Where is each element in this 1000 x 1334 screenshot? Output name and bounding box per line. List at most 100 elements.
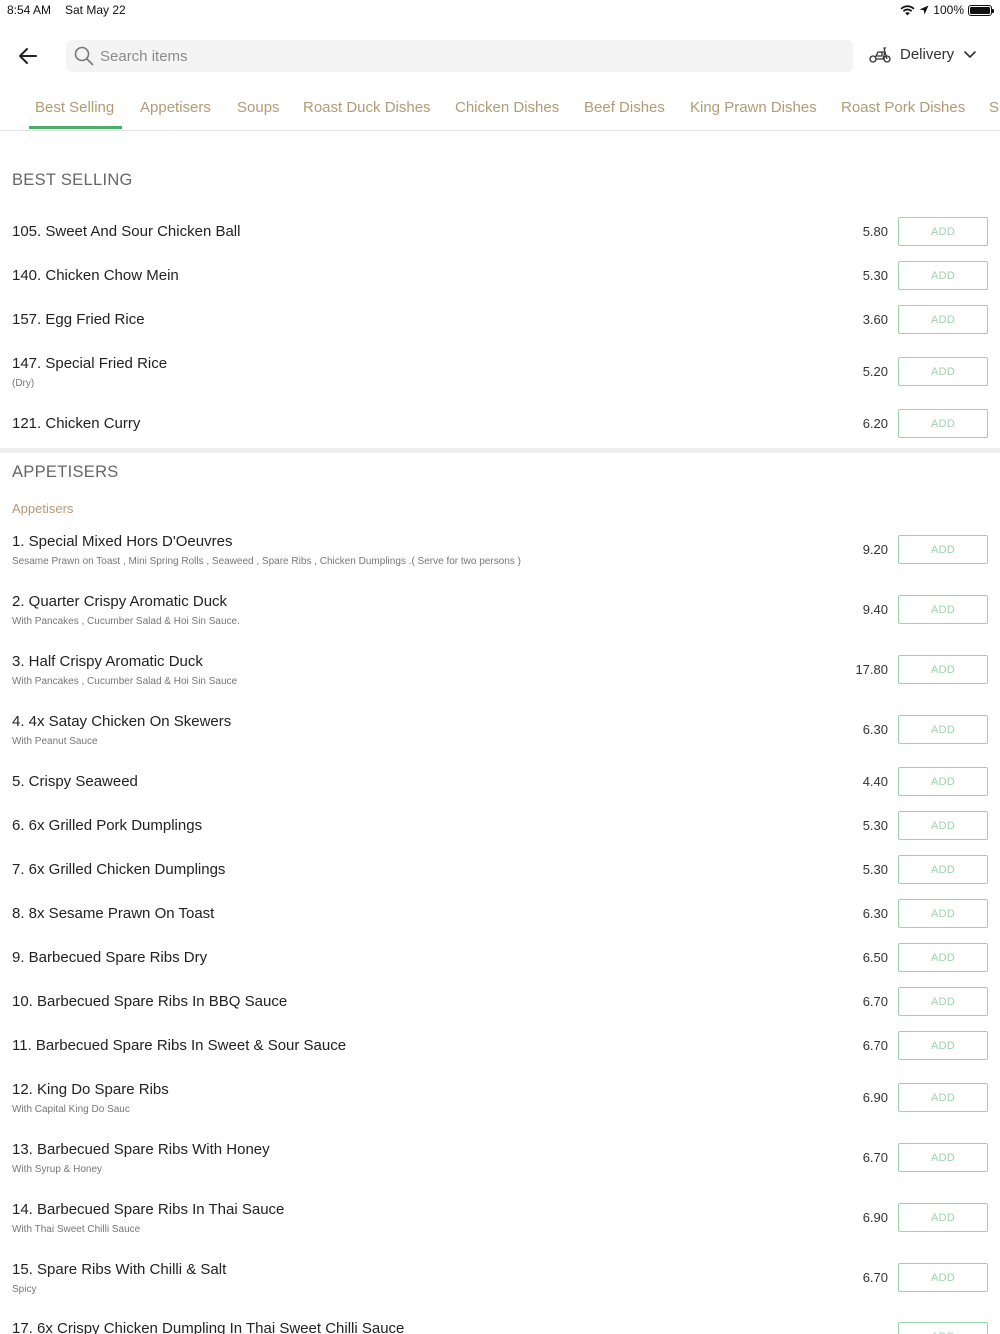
item-name: 140. Chicken Chow Mein [12, 267, 179, 284]
add-button[interactable]: ADD [898, 1143, 988, 1172]
section-title-appetisers: APPETISERS [12, 463, 119, 481]
add-button[interactable]: ADD [898, 409, 988, 438]
item-description: With Capital King Do Sauc [12, 1104, 130, 1115]
add-button[interactable]: ADD [898, 767, 988, 796]
item-description: Sesame Prawn on Toast , Mini Spring Roll… [12, 556, 521, 567]
tab-beef-dishes[interactable]: Beef Dishes [584, 99, 665, 116]
item-name: 147. Special Fried Rice [12, 355, 168, 372]
add-button[interactable]: ADD [898, 595, 988, 624]
item-name: 5. Crispy Seaweed [12, 773, 138, 790]
tab-best-selling[interactable]: Best Selling [35, 99, 114, 116]
add-button[interactable]: ADD [898, 1322, 988, 1334]
item-price: 17.80 [855, 662, 888, 677]
item-description: With Pancakes , Cucumber Salad & Hoi Sin… [12, 676, 238, 687]
item-price: 6.30 [862, 906, 888, 921]
item-name: 12. King Do Spare Ribs [12, 1081, 169, 1098]
add-button[interactable]: ADD [898, 855, 988, 884]
add-button[interactable]: ADD [898, 1263, 988, 1292]
tab-roast-duck-dishes[interactable]: Roast Duck Dishes [303, 99, 431, 116]
item-price: 5.30 [862, 818, 888, 833]
add-button[interactable]: ADD [898, 305, 988, 334]
search-icon [74, 46, 94, 66]
item-name: 4. 4x Satay Chicken On Skewers [12, 713, 232, 730]
item-name: 121. Chicken Curry [12, 415, 141, 432]
item-description: With Peanut Sauce [12, 736, 98, 747]
delivery-label: Delivery [900, 45, 955, 63]
chevron-down-icon [964, 51, 976, 58]
add-button[interactable]: ADD [898, 1083, 988, 1112]
add-button[interactable]: ADD [898, 535, 988, 564]
item-name: 9. Barbecued Spare Ribs Dry [12, 949, 208, 966]
item-price: 5.20 [862, 364, 888, 379]
category-tabs: Best Selling Appetisers Soups Roast Duck… [0, 86, 1000, 131]
item-name: 11. Barbecued Spare Ribs In Sweet & Sour… [12, 1037, 347, 1054]
scooter-icon [869, 47, 891, 63]
item-description: Spicy [12, 1284, 37, 1295]
item-name: 7. 6x Grilled Chicken Dumplings [12, 861, 226, 878]
item-name: 15. Spare Ribs With Chilli & Salt [12, 1261, 227, 1278]
search-box[interactable] [66, 40, 853, 72]
add-button[interactable]: ADD [898, 1203, 988, 1232]
tab-soups[interactable]: Soups [237, 99, 280, 116]
item-price: 5.80 [862, 224, 888, 239]
status-time: 8:54 AM [7, 3, 52, 17]
tab-overflow[interactable]: S [989, 99, 999, 116]
subcategory-label: Appetisers [12, 501, 74, 516]
add-button[interactable]: ADD [898, 655, 988, 684]
active-tab-indicator [29, 126, 122, 129]
add-button[interactable]: ADD [898, 899, 988, 928]
add-button[interactable]: ADD [898, 357, 988, 386]
item-description: With Syrup & Honey [12, 1164, 103, 1175]
item-price: 6.70 [862, 1270, 888, 1285]
section-divider [0, 448, 1000, 453]
item-description: With Pancakes , Cucumber Salad & Hoi Sin… [12, 616, 240, 627]
top-bar: Delivery [0, 40, 1000, 72]
battery-percent: 100% [933, 3, 964, 17]
add-button[interactable]: ADD [898, 811, 988, 840]
add-button[interactable]: ADD [898, 987, 988, 1016]
tab-chicken-dishes[interactable]: Chicken Dishes [455, 99, 559, 116]
back-arrow-icon[interactable] [16, 44, 40, 68]
item-price: 6.90 [862, 1090, 888, 1105]
section-title-best-selling: BEST SELLING [12, 171, 133, 189]
add-button[interactable]: ADD [898, 217, 988, 246]
tab-king-prawn-dishes[interactable]: King Prawn Dishes [690, 99, 817, 116]
item-name: 2. Quarter Crispy Aromatic Duck [12, 593, 228, 610]
status-date: Sat May 22 [65, 3, 126, 17]
item-description: (Dry) [12, 378, 35, 389]
add-button[interactable]: ADD [898, 943, 988, 972]
delivery-selector[interactable]: Delivery [868, 44, 978, 64]
tab-appetisers[interactable]: Appetisers [140, 99, 211, 116]
item-price: 6.90 [862, 1210, 888, 1225]
add-button[interactable]: ADD [898, 1031, 988, 1060]
battery-icon [968, 4, 994, 16]
item-name: 157. Egg Fried Rice [12, 311, 145, 328]
item-price: 4.40 [862, 774, 888, 789]
item-price: 6.20 [862, 416, 888, 431]
search-input[interactable] [100, 47, 800, 65]
item-price: 6.30 [862, 722, 888, 737]
item-price: 6.70 [862, 1150, 888, 1165]
item-name: 3. Half Crispy Aromatic Duck [12, 653, 203, 670]
item-name: 10. Barbecued Spare Ribs In BBQ Sauce [12, 993, 288, 1010]
item-price: 6.70 [862, 994, 888, 1009]
item-name: 8. 8x Sesame Prawn On Toast [12, 905, 215, 922]
item-name: 1. Special Mixed Hors D'Oeuvres [12, 533, 233, 550]
add-button[interactable]: ADD [898, 715, 988, 744]
tab-roast-pork-dishes[interactable]: Roast Pork Dishes [841, 99, 965, 116]
location-arrow-icon [919, 5, 929, 15]
item-name: 6. 6x Grilled Pork Dumplings [12, 817, 203, 834]
status-bar: 8:54 AM Sat May 22 100% [0, 0, 1000, 22]
status-indicators: 100% [900, 3, 994, 17]
item-name: 105. Sweet And Sour Chicken Ball [12, 223, 241, 240]
item-price: 9.20 [862, 542, 888, 557]
item-description: With Thai Sweet Chilli Sauce [12, 1224, 141, 1235]
item-price: 6.70 [862, 1038, 888, 1053]
item-name: 13. Barbecued Spare Ribs With Honey [12, 1141, 270, 1158]
item-name: 17. 6x Crispy Chicken Dumpling In Thai S… [12, 1320, 405, 1334]
item-name: 14. Barbecued Spare Ribs In Thai Sauce [12, 1201, 285, 1218]
add-button[interactable]: ADD [898, 261, 988, 290]
item-price: 5.30 [862, 862, 888, 877]
item-price: 3.60 [862, 312, 888, 327]
wifi-icon [900, 4, 915, 15]
